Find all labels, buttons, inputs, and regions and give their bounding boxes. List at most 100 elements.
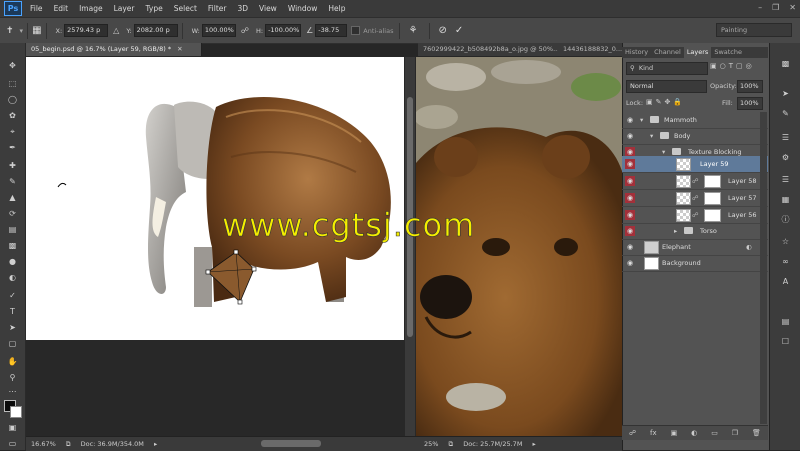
restore-icon[interactable]: ❐	[772, 3, 779, 12]
eraser-tool-icon[interactable]: ▤	[6, 223, 19, 236]
more-tools-icon[interactable]: ⋯	[6, 385, 19, 398]
arrow-icon[interactable]: ➤	[779, 87, 792, 100]
close-icon[interactable]: ✕	[789, 3, 796, 12]
layer-row[interactable]: ◉ ☍ Layer 58	[622, 173, 768, 190]
visibility-eye-icon[interactable]: ◉	[625, 159, 635, 169]
zoom-level[interactable]: 16.67%	[31, 440, 56, 448]
screen-mode-icon[interactable]: ▭	[6, 437, 19, 450]
paths-icon[interactable]: ☆	[779, 235, 792, 248]
lasso-tool-icon[interactable]: ◯	[6, 93, 19, 106]
info-icon[interactable]: ⓘ	[779, 213, 792, 226]
visibility-eye-icon[interactable]: ◉	[625, 131, 635, 141]
shape-tool-icon[interactable]: ▢	[6, 337, 19, 350]
link-layers-icon[interactable]: ☍	[629, 429, 636, 437]
tab-doc-bear[interactable]: 7602999422_b508492b8a_o.jpg @ 50%...	[418, 43, 562, 56]
chain-icon[interactable]: ☍	[692, 190, 699, 206]
opacity-input[interactable]: 100%	[737, 80, 763, 93]
brush-tool-icon[interactable]: ✎	[6, 175, 19, 188]
chain-icon[interactable]: ☍	[692, 207, 699, 223]
tab-swatches[interactable]: Swatche	[711, 47, 745, 58]
layers-scrollbar[interactable]	[760, 112, 767, 424]
width-input[interactable]: 100.00%	[201, 24, 236, 37]
visibility-eye-icon[interactable]: ◉	[625, 193, 635, 203]
cancel-transform-icon[interactable]: ⊘	[438, 25, 446, 36]
quick-select-tool-icon[interactable]: ✿	[6, 109, 19, 122]
layer-row[interactable]: ◉ ☍ Layer 56	[622, 207, 768, 224]
tab-history[interactable]: History	[622, 47, 651, 58]
visibility-eye-icon[interactable]: ◉	[625, 115, 635, 125]
menu-help[interactable]: Help	[328, 4, 345, 13]
tab-doc-begin[interactable]: 05_begin.psd @ 16.7% (Layer 59, RGB/8) *…	[26, 43, 202, 56]
path-selection-tool-icon[interactable]: ➤	[6, 321, 19, 334]
layer-row[interactable]: ◉ ▸ Torso	[622, 223, 768, 240]
layer-row[interactable]: ◉ Elephant ◐	[622, 239, 768, 256]
dropdown-arrow-icon[interactable]: ▾	[20, 27, 24, 35]
expand-arrow-icon[interactable]: ▾	[640, 112, 643, 128]
expand-arrow-icon[interactable]: ▾	[650, 128, 653, 144]
chevron-right-icon[interactable]: ▸	[533, 440, 536, 448]
properties-icon[interactable]: ▤	[779, 315, 792, 328]
canvas-mammoth[interactable]	[26, 57, 404, 340]
menu-edit[interactable]: Edit	[54, 4, 69, 13]
menu-window[interactable]: Window	[288, 4, 318, 13]
healing-brush-tool-icon[interactable]: ✚	[6, 159, 19, 172]
visibility-eye-icon[interactable]: ◉	[625, 258, 635, 268]
layers-panel-icon[interactable]: ☰	[779, 173, 792, 186]
share-icon[interactable]: ⧉	[66, 440, 71, 448]
link-icon[interactable]: ☍	[241, 26, 249, 35]
settings-icon[interactable]: ⚙	[779, 151, 792, 164]
menu-select[interactable]: Select	[174, 4, 197, 13]
layer-row[interactable]: ◉ ▾ Mammoth	[622, 112, 768, 129]
layer-row[interactable]: ◉ ▾ Body	[622, 128, 768, 145]
y-input[interactable]: 2082.00 p	[133, 24, 178, 37]
adjustment-layer-icon[interactable]: ◐	[691, 429, 697, 437]
share-icon[interactable]: ⧉	[449, 440, 454, 448]
pen-tool-icon[interactable]: ✓	[6, 289, 19, 302]
marquee-tool-icon[interactable]: ⬚	[6, 77, 19, 90]
tab-doc-third[interactable]: 14436188832_0...	[558, 43, 627, 56]
layer-row-selected[interactable]: ◉ Layer 59	[622, 156, 768, 173]
commit-transform-icon[interactable]: ✓	[455, 25, 463, 36]
trash-icon[interactable]: 🗑	[752, 429, 761, 437]
menu-layer[interactable]: Layer	[114, 4, 135, 13]
menu-view[interactable]: View	[259, 4, 277, 13]
hand-tool-icon[interactable]: ✋	[6, 355, 19, 368]
transform-tool-icon[interactable]: ✝	[6, 26, 14, 36]
reference-point-icon[interactable]: ▦	[32, 25, 41, 36]
blend-mode-select[interactable]: Normal	[626, 80, 707, 93]
angle-input[interactable]: -38.75	[315, 24, 348, 37]
history-brush-tool-icon[interactable]: ⟳	[6, 207, 19, 220]
move-tool-icon[interactable]: ✥	[6, 59, 19, 72]
menu-file[interactable]: File	[30, 4, 43, 13]
adjust-icon[interactable]: ☰	[779, 131, 792, 144]
close-icon[interactable]: ✕	[177, 45, 182, 53]
brush-panel-icon[interactable]: ✎	[779, 107, 792, 120]
visibility-eye-icon[interactable]: ◉	[625, 210, 635, 220]
vertical-scrollbar[interactable]	[405, 57, 415, 437]
horizontal-scrollbar-thumb[interactable]	[261, 440, 321, 447]
height-input[interactable]: -100.00%	[265, 24, 302, 37]
filter-icons[interactable]: ▣○T▢◎	[710, 62, 755, 70]
x-input[interactable]: 2579.43 p	[64, 24, 109, 37]
canvas-bear[interactable]	[416, 57, 622, 437]
eyedropper-tool-icon[interactable]: ✒	[6, 141, 19, 154]
minimize-icon[interactable]: –	[758, 3, 762, 12]
chain-icon[interactable]: ☍	[692, 173, 699, 189]
collapse-arrow-icon[interactable]: ▸	[674, 223, 677, 239]
lock-icons[interactable]: ▣✎✥🔒	[646, 98, 685, 106]
type-tool-icon[interactable]: T	[6, 305, 19, 318]
character-icon[interactable]: A	[779, 275, 792, 288]
visibility-eye-icon[interactable]: ◉	[625, 242, 635, 252]
menu-3d[interactable]: 3D	[237, 4, 248, 13]
chevron-right-icon[interactable]: ▸	[154, 440, 157, 448]
zoom-tool-icon[interactable]: ⚲	[6, 371, 19, 384]
menu-image[interactable]: Image	[79, 4, 103, 13]
layer-row[interactable]: ◉ Background	[622, 255, 768, 272]
quick-mask-icon[interactable]: ▣	[6, 421, 19, 434]
menu-filter[interactable]: Filter	[208, 4, 227, 13]
workspace-select[interactable]: Painting	[716, 23, 792, 37]
blur-tool-icon[interactable]: ●	[6, 255, 19, 268]
tab-channels[interactable]: Channel	[651, 47, 684, 58]
gradient-tool-icon[interactable]: ▩	[6, 239, 19, 252]
menu-type[interactable]: Type	[146, 4, 163, 13]
